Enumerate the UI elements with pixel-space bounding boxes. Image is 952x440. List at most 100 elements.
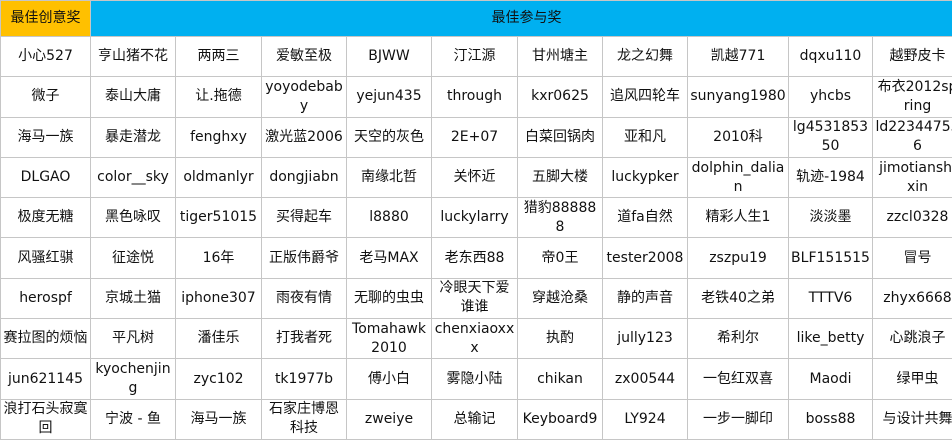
table-cell: 绿甲虫 <box>872 358 952 400</box>
table-cell: 布衣2012spring <box>872 76 952 118</box>
table-cell: 平凡树 <box>90 318 176 360</box>
cell-text: 泰山大庸 <box>105 88 161 105</box>
table-cell: 极度无糖 <box>0 197 91 239</box>
table-cell: 京城土猫 <box>90 277 176 320</box>
table-cell: 轨迹-1984 <box>788 156 873 199</box>
table-cell: Maodi <box>788 358 873 400</box>
cell-text: 白菜回锅肉 <box>525 128 595 145</box>
table-cell: through <box>431 76 518 118</box>
cell-text: 风骚红骐 <box>17 249 74 266</box>
cell-text: 淡淡墨 <box>809 209 852 226</box>
table-body: 小心527 亨山猪不花 两两三 爱敏至极 BJWW 汀江源 甘州塘主 龙之幻舞 凯越771 dqx… <box>0 35 952 440</box>
table-cell: dqxu110 <box>788 35 873 78</box>
creative-award-header: 最佳创意奖 <box>0 0 91 37</box>
table-cell: dongjiabn <box>261 156 347 199</box>
table-cell: yhcbs <box>788 76 873 118</box>
cell-text: 潘佳乐 <box>197 330 240 347</box>
cell-text: 追风四轮车 <box>610 88 680 105</box>
table-cell: 希利尔 <box>687 318 789 360</box>
table-cell: 甘州塘主 <box>517 35 603 78</box>
cell-text: 绿甲虫 <box>896 370 939 387</box>
table-cell: BJWW <box>346 35 432 78</box>
cell-text: 南缘北哲 <box>361 169 417 186</box>
cell-text: 无聊的虫虫 <box>354 289 424 306</box>
cell-text: 征途悦 <box>112 249 154 266</box>
table-cell: jimotianshixin <box>872 156 952 199</box>
table-cell: like_betty <box>788 318 873 360</box>
cell-text: 凯越771 <box>710 48 766 65</box>
table-cell: color__sky <box>90 156 176 199</box>
cell-text: 冒号 <box>903 249 932 266</box>
cell-text: yhcbs <box>809 88 852 105</box>
cell-text: jimotianshixin <box>879 159 952 195</box>
table-row: DLGAO color__sky oldmanlyr dongjiabn 南缘北哲 关怀近… <box>0 156 952 199</box>
cell-text: zszpu19 <box>709 249 767 266</box>
cell-text: zx00544 <box>614 370 676 387</box>
cell-text: like_betty <box>796 330 865 347</box>
table-cell: 潘佳乐 <box>175 318 262 360</box>
table-cell: 正版伟爵爷 <box>261 237 347 279</box>
table-cell: 穿越沧桑 <box>517 277 603 320</box>
table-cell: yejun435 <box>346 76 432 118</box>
cell-text: iphone307 <box>181 289 256 306</box>
table-cell: herospf <box>0 277 91 320</box>
cell-text: Keyboard9 <box>522 410 598 427</box>
table-cell: 精彩人生1 <box>687 197 789 239</box>
table-cell: 石家庄博恩科技 <box>261 398 347 440</box>
table-cell: 亨山猪不花 <box>90 35 176 78</box>
cell-text: tiger51015 <box>179 209 258 226</box>
cell-text: 爱敏至极 <box>276 48 332 65</box>
table-cell: Tomahawk2010 <box>346 318 432 360</box>
table-cell: 龙之幻舞 <box>602 35 688 78</box>
table-cell: 帝0王 <box>517 237 603 279</box>
cell-text: 天空的灰色 <box>354 128 424 145</box>
cell-text: yoyodebaby <box>265 78 343 114</box>
table-cell: 老东西88 <box>431 237 518 279</box>
cell-text: 买得起车 <box>276 209 332 226</box>
table-cell: sunyang1980 <box>687 76 789 118</box>
cell-text: dongjiabn <box>269 169 339 186</box>
table-cell: 天空的灰色 <box>346 116 432 158</box>
table-cell: 征途悦 <box>90 237 176 279</box>
table-cell: boss88 <box>788 398 873 440</box>
table-cell: 激光蓝2006 <box>261 116 347 158</box>
table-cell: 宁波 - 鱼 <box>90 398 176 440</box>
table-cell: 让.拖德 <box>175 76 262 118</box>
cell-text: 正版伟爵爷 <box>269 249 339 266</box>
table-row: 微子 泰山大庸 让.拖德 yoyodebaby yejun435 through kxr06… <box>0 76 952 118</box>
awards-table: 最佳创意奖 最佳参与奖 小心527 亨山猪不花 两两三 爱敏至极 BJWW 汀江源 甘州塘主… <box>0 0 952 440</box>
cell-text: 平凡树 <box>112 330 154 347</box>
table-cell: 傅小白 <box>346 358 432 400</box>
cell-text: 希利尔 <box>717 330 759 347</box>
table-cell: 静的声音 <box>602 277 688 320</box>
cell-text: 老马MAX <box>359 249 419 266</box>
table-cell: LY924 <box>602 398 688 440</box>
table-cell: fenghxy <box>175 116 262 158</box>
table-row: jun621145 kyochenjing zyc102 tk1977b 傅小白 雾隐小陆… <box>0 358 952 400</box>
cell-text: tk1977b <box>274 370 334 387</box>
table-row: herospf 京城土猫 iphone307 雨夜有情 无聊的虫虫 冷眼天下爱谁谁 穿越沧桑… <box>0 277 952 320</box>
cell-text: 石家庄博恩科技 <box>269 401 339 437</box>
table-cell: 雨夜有情 <box>261 277 347 320</box>
cell-text: herospf <box>19 289 72 306</box>
table-cell: 追风四轮车 <box>602 76 688 118</box>
cell-text: boss88 <box>805 410 856 427</box>
table-cell: 浪打石头寂寞回 <box>0 398 91 440</box>
table-cell: 赛拉图的烦恼 <box>0 318 91 360</box>
table-cell: 雾隐小陆 <box>431 358 518 400</box>
table-row: 赛拉图的烦恼 平凡树 潘佳乐 打我者死 Tomahawk2010 chenxiaoxxx 执… <box>0 318 952 360</box>
table-cell: luckypker <box>602 156 688 199</box>
table-cell: 小心527 <box>0 35 91 78</box>
table-cell: kxr0625 <box>517 76 603 118</box>
cell-text: 龙之幻舞 <box>617 48 673 65</box>
cell-text: chikan <box>537 370 583 387</box>
table-cell: 16年 <box>175 237 262 279</box>
cell-text: 布衣2012spring <box>877 78 952 114</box>
cell-text: luckypker <box>611 169 679 186</box>
cell-text: 冷眼天下爱谁谁 <box>439 280 510 316</box>
table-cell: zszpu19 <box>687 237 789 279</box>
cell-text: 宁波 - 鱼 <box>105 410 161 427</box>
cell-text: 雾隐小陆 <box>446 370 503 387</box>
table-cell: 老马MAX <box>346 237 432 279</box>
table-cell: 与设计共舞 <box>872 398 952 440</box>
